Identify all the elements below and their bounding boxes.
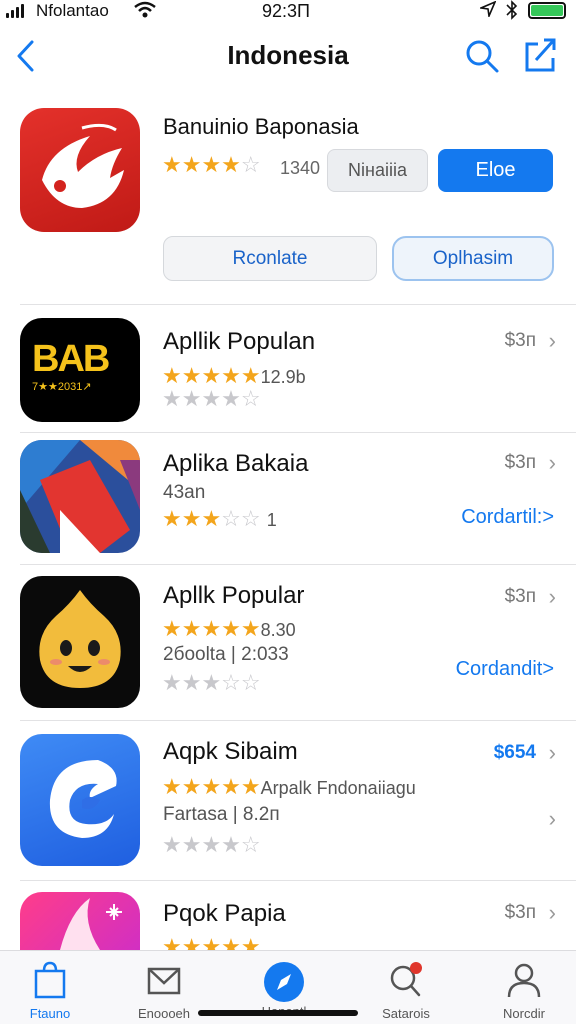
secondary-rating-stars: ★★★☆☆ [162, 670, 261, 695]
tab-label: Satarois [382, 1006, 430, 1021]
rating-stars: ★★★★★8.30 [162, 616, 296, 641]
tab-today[interactable]: Ftauno [0, 961, 100, 1021]
battery-icon [528, 2, 566, 19]
icon-logo-subtext: 7★★2031↗ [32, 381, 92, 393]
icon-logo-text: BAB [32, 338, 110, 380]
app-icon [20, 440, 140, 553]
carrier-name: Nfolantao [36, 1, 109, 20]
status-bar: Nfolantao 92:3Π [0, 0, 576, 24]
featured-rating-stars: ★★★★☆ [162, 152, 261, 177]
featured-right-button[interactable]: Oplhasim [392, 236, 554, 281]
secondary-rating-stars: ★★★★☆ [162, 386, 261, 411]
app-price[interactable]: $654 [494, 742, 536, 764]
rating-stars: ★★★☆☆ 1 [162, 506, 277, 531]
app-price[interactable]: $3п [505, 330, 536, 352]
app-title: Pqok Papia [163, 900, 286, 927]
tab-label: Norcdir [503, 1006, 545, 1021]
rating-stars: ★★★★★ [162, 934, 261, 950]
chevron-right-icon[interactable]: › [549, 328, 556, 354]
chevron-right-icon[interactable]: › [549, 900, 556, 926]
location-icon [478, 0, 497, 22]
featured-left-button[interactable]: Rconlate [163, 236, 377, 281]
app-price[interactable]: $3п [505, 452, 536, 474]
rating-count: 12.9b [260, 367, 306, 387]
app-title: Aplika Bakaia [163, 450, 309, 477]
featured-rating-count: 1340 [280, 158, 321, 178]
app-subtitle: 43an [163, 482, 206, 503]
chevron-right-icon[interactable]: › [549, 806, 556, 832]
list-item[interactable]: Pqok Papia $3п › ★★★★★ [0, 892, 576, 950]
nav-bar: Indonesia [0, 30, 576, 82]
search-icon[interactable] [464, 38, 500, 79]
bluetooth-icon [505, 0, 519, 25]
divider [20, 880, 576, 881]
chevron-right-icon[interactable]: › [549, 584, 556, 610]
app-icon [20, 892, 140, 950]
divider [20, 564, 576, 565]
clock: 92:3Π [262, 1, 311, 21]
divider [20, 720, 576, 721]
app-price[interactable]: $3п [505, 902, 536, 924]
search-icon [388, 961, 424, 1004]
tab-profile[interactable]: Norcdir [474, 961, 574, 1021]
signal-icon [6, 4, 24, 18]
divider [20, 304, 576, 305]
rating-count: 8.30 [260, 620, 296, 640]
envelope-icon [146, 967, 182, 1003]
rating-count: 1 [266, 510, 277, 530]
tab-label: Ftauno [29, 1006, 71, 1021]
divider [20, 432, 576, 433]
list-item[interactable]: Aplika Bakaia $3п › 43an ★★★☆☆ 1 Cordart… [0, 440, 576, 564]
app-icon [20, 734, 140, 866]
chevron-right-icon[interactable]: › [549, 740, 556, 766]
list-item[interactable]: BAB 7★★2031↗ Apllik Populan $3п › ★★★★★1… [0, 318, 576, 432]
chevron-right-icon[interactable]: › [549, 450, 556, 476]
person-icon [506, 963, 542, 1003]
app-icon: BAB 7★★2031↗ [20, 318, 140, 422]
list-item[interactable]: Apllk Popular $3п › ★★★★★8.30 2бoolta | … [0, 576, 576, 720]
featured-get-button[interactable]: Eloe [438, 149, 553, 192]
app-link[interactable]: Cordandit> [456, 658, 554, 681]
featured-app-title: Banuinio Baponasia [163, 114, 359, 139]
share-icon[interactable] [524, 36, 558, 79]
app-link[interactable]: Cordartil:> [461, 506, 554, 529]
home-indicator[interactable] [198, 1010, 358, 1016]
app-title: Aqpk Sibaim [163, 738, 298, 765]
wifi-icon [134, 1, 156, 24]
rating-stars: ★★★★★Arpalk Fndonaiiagu [162, 774, 416, 799]
tab-search[interactable]: Satarois [356, 961, 456, 1021]
app-title: Apllk Popular [163, 582, 305, 609]
app-subtitle: Fartasa | 8.2п [163, 804, 280, 825]
app-title: Apllik Populan [163, 328, 316, 355]
list-item[interactable]: Aqpk Sibaim $654 › ★★★★★Arpalk Fndonaiia… [0, 734, 576, 880]
featured-app-icon[interactable] [20, 108, 140, 232]
app-price[interactable]: $3п [505, 586, 536, 608]
featured-app: Banuinio Baponasia ★★★★☆ 1340 Niнaiiia E… [0, 100, 576, 304]
featured-secondary-button[interactable]: Niнaiiia [327, 149, 428, 192]
rating-count: Arpalk Fndonaiiagu [260, 778, 416, 798]
app-subtitle: 2бoolta | 2:033 [163, 644, 289, 665]
app-icon [20, 576, 140, 708]
bag-icon [33, 961, 67, 1003]
secondary-rating-stars: ★★★★☆ [162, 832, 261, 857]
